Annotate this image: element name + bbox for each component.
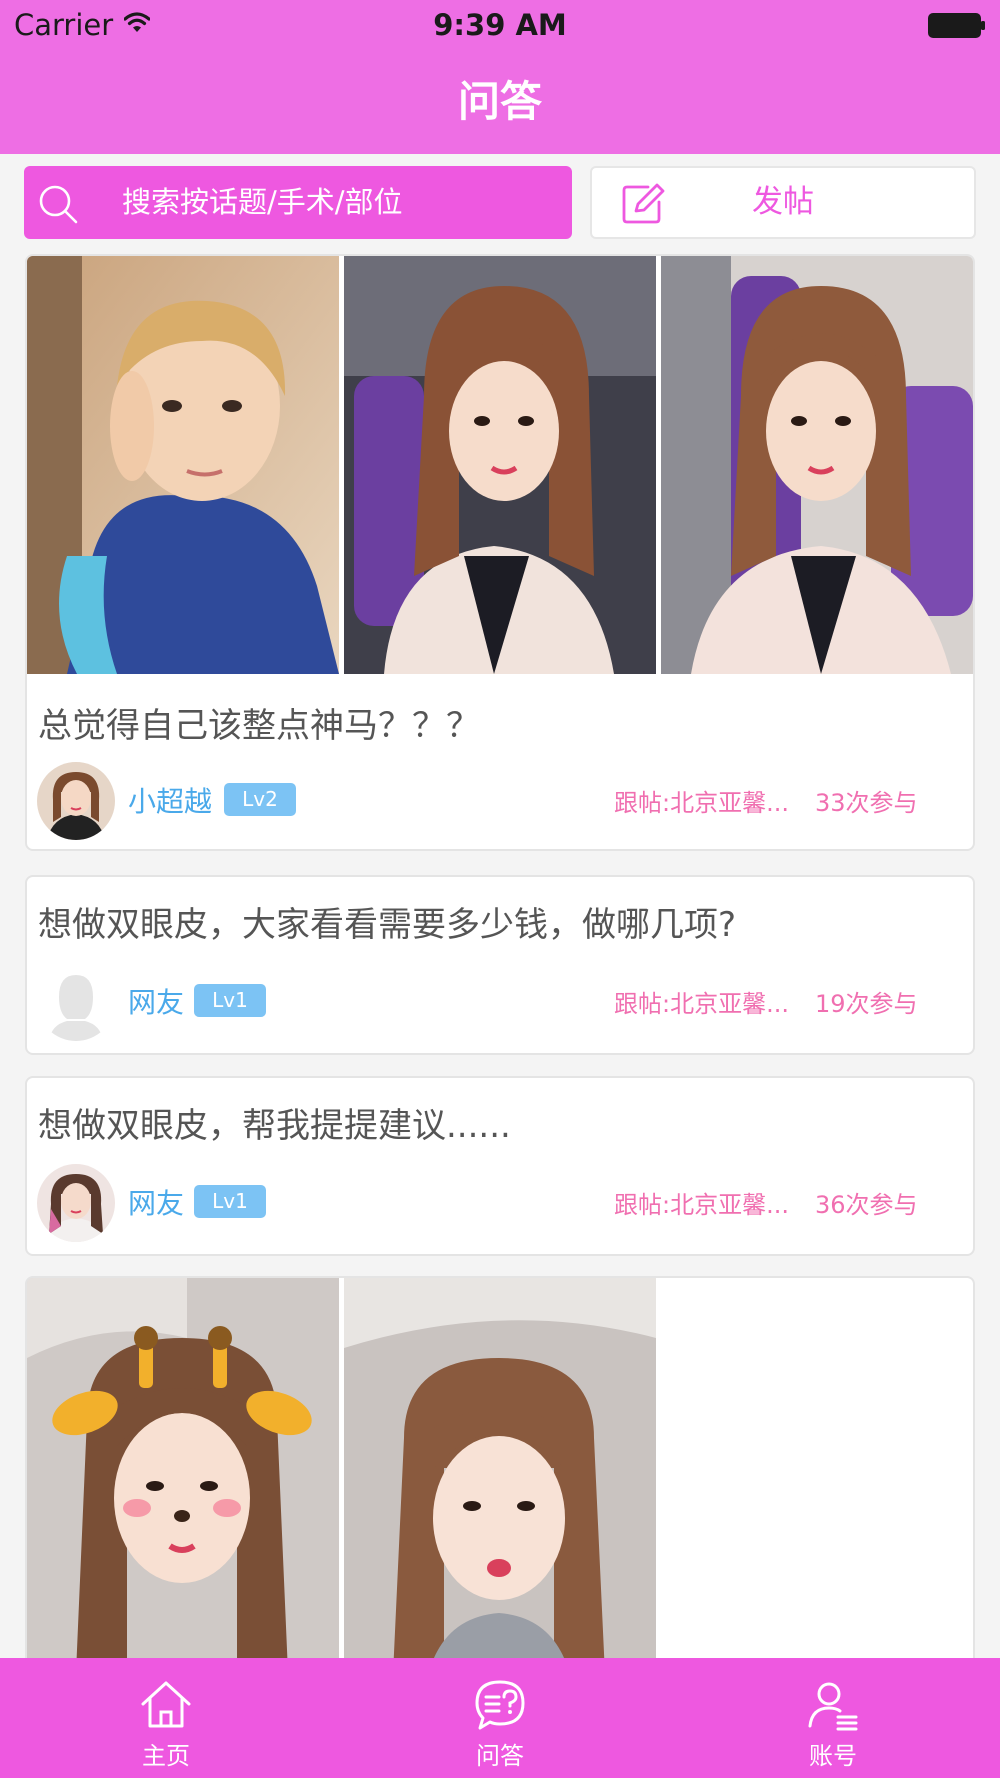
- participant-count: 36次参与: [815, 1191, 918, 1219]
- reply-info: 跟帖:北京亚馨...: [614, 1191, 789, 1219]
- post-author[interactable]: 小超越: [128, 780, 212, 820]
- avatar[interactable]: [37, 762, 115, 840]
- photo-grid: [27, 1278, 973, 1658]
- post-title[interactable]: 想做双眼皮，大家看看需要多少钱，做哪几项?: [38, 897, 736, 946]
- post-button[interactable]: 发帖: [590, 166, 976, 239]
- user-list-icon: [808, 1682, 858, 1731]
- photo-grid: [27, 256, 973, 674]
- post-title[interactable]: 想做双眼皮，帮我提提建议......: [38, 1098, 511, 1147]
- search-input[interactable]: 搜索按话题/手术/部位: [24, 166, 572, 239]
- avatar[interactable]: [37, 1164, 115, 1242]
- tab-account-label: 账号: [809, 1742, 857, 1770]
- chat-question-icon: [475, 1680, 525, 1730]
- post-card[interactable]: 总觉得自己该整点神马？？？ 小超越 Lv2 跟帖:北京亚馨... 33次参与: [25, 254, 975, 851]
- post-photo[interactable]: [661, 256, 973, 674]
- edit-icon: [622, 182, 666, 228]
- post-card[interactable]: 想做双眼皮，大家看看需要多少钱，做哪几项? 网友 Lv1 跟帖:北京亚馨... …: [25, 875, 975, 1055]
- reply-info: 跟帖:北京亚馨...: [614, 789, 789, 817]
- tab-qa-label: 问答: [476, 1742, 524, 1770]
- nav-bar: 问答: [0, 50, 1000, 154]
- post-card[interactable]: 想做双眼皮，帮我提提建议...... 网友 Lv1 跟帖:北京亚馨... 36次…: [25, 1076, 975, 1256]
- tab-home[interactable]: 主页: [76, 1658, 256, 1778]
- post-feed[interactable]: 总觉得自己该整点神马？？？ 小超越 Lv2 跟帖:北京亚馨... 33次参与 想…: [0, 254, 1000, 1658]
- post-card[interactable]: [25, 1276, 975, 1658]
- level-badge: Lv1: [194, 1185, 266, 1218]
- tab-home-label: 主页: [142, 1742, 190, 1770]
- status-bar: Carrier 9:39 AM: [0, 0, 1000, 50]
- search-placeholder: 搜索按话题/手术/部位: [122, 185, 403, 219]
- tab-bar: 主页 问答 账号: [0, 1658, 1000, 1778]
- post-photo[interactable]: [344, 1278, 656, 1658]
- level-badge: Lv2: [224, 783, 296, 816]
- post-button-label: 发帖: [752, 184, 814, 220]
- post-author[interactable]: 网友: [128, 981, 184, 1021]
- home-icon: [141, 1681, 191, 1728]
- tab-qa[interactable]: 问答: [410, 1658, 590, 1778]
- battery-icon: [928, 13, 986, 38]
- post-author[interactable]: 网友: [128, 1182, 184, 1222]
- reply-info: 跟帖:北京亚馨...: [614, 990, 789, 1018]
- default-avatar-icon[interactable]: [37, 963, 115, 1041]
- post-photo[interactable]: [27, 1278, 339, 1658]
- status-time: 9:39 AM: [433, 8, 567, 42]
- participant-count: 19次参与: [815, 990, 918, 1018]
- search-icon: [36, 182, 80, 230]
- post-title[interactable]: 总觉得自己该整点神马？？？: [38, 698, 480, 747]
- level-badge: Lv1: [194, 984, 266, 1017]
- participant-count: 33次参与: [815, 789, 918, 817]
- page-title: 问答: [457, 77, 542, 126]
- post-photo[interactable]: [27, 256, 339, 674]
- tab-account[interactable]: 账号: [743, 1658, 923, 1778]
- post-photo[interactable]: [344, 256, 656, 674]
